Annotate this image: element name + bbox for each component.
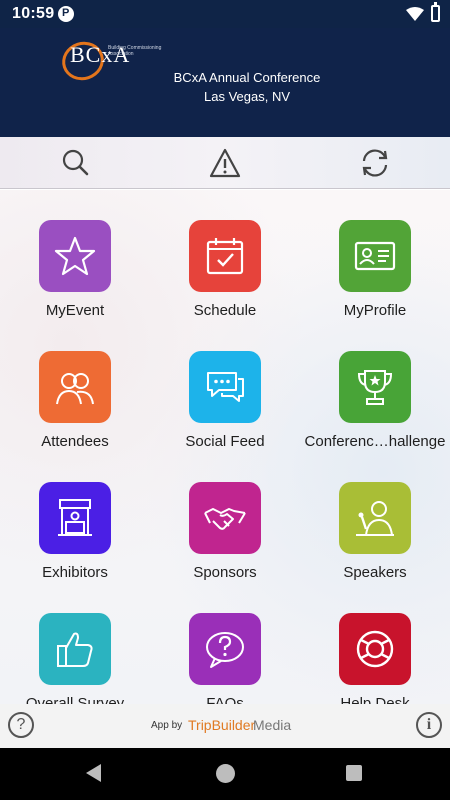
tile-attendees[interactable]: Attendees [0,321,150,452]
toolbar [0,137,450,189]
system-nav-bar [0,748,450,800]
tile-help-desk[interactable]: Help Desk [300,583,450,704]
logo-subtitle: Building Commissioning Association [108,45,162,57]
brand-logo-part1: TripBuilder [188,717,256,733]
tile-label: Conferenc…hallenge [304,433,446,450]
footer-bar: ? App by TripBuilder Media i [0,704,450,748]
tile-icon-bg [189,351,261,423]
tile-icon-bg [189,482,261,554]
tile-label: MyProfile [343,302,407,319]
tile-schedule[interactable]: Schedule [150,190,300,321]
tile-overall-survey[interactable]: Overall Survey [0,583,150,704]
lifebuoy-icon [356,630,394,668]
speaker-icon [356,501,394,536]
tile-label: Exhibitors [42,564,108,581]
app-by-label: App by [151,720,183,731]
notification-app-icon [58,6,74,22]
help-button[interactable]: ? [8,712,34,738]
tile-label: Attendees [41,433,109,450]
tile-icon-bg [189,613,261,685]
tile-conference-challenge[interactable]: Conferenc…hallenge [300,321,450,452]
tile-label: Social Feed [185,433,265,450]
chat-bubbles-icon [207,372,244,402]
wifi-icon [406,7,424,26]
tile-faqs[interactable]: FAQs [150,583,300,704]
tile-label: Speakers [343,564,407,581]
tile-sponsors[interactable]: Sponsors [150,452,300,583]
tile-label: Schedule [193,302,257,319]
tile-icon-bg [39,613,111,685]
alert-icon[interactable] [205,147,245,179]
tile-label: FAQs [206,695,244,704]
booth-icon [58,499,92,536]
tile-social-feed[interactable]: Social Feed [150,321,300,452]
trophy-icon [357,370,393,405]
brand-logo-part2: Media [253,717,292,733]
question-bubble-icon [206,632,244,668]
tile-icon-bg [39,220,111,292]
tile-label: Sponsors [193,564,257,581]
home-icon[interactable] [216,764,235,783]
feature-grid: MyEvent Schedule MyProfile Attendees Soc… [0,190,450,704]
handshake-icon [204,508,246,530]
conference-location: Las Vegas, NV [204,89,290,104]
status-time: 10:59 [12,5,55,22]
back-icon[interactable] [86,764,101,782]
refresh-icon[interactable] [355,147,395,179]
recent-apps-icon[interactable] [346,765,362,781]
star-icon [54,236,96,276]
tile-label: Overall Survey [25,695,125,704]
tile-icon-bg [339,220,411,292]
tile-myevent[interactable]: MyEvent [0,190,150,321]
tile-icon-bg [339,351,411,423]
tile-myprofile[interactable]: MyProfile [300,190,450,321]
status-bar: 10:59 [0,0,450,28]
info-button[interactable]: i [416,712,442,738]
tile-icon-bg [339,482,411,554]
tile-icon-bg [189,220,261,292]
battery-icon [431,2,440,22]
conference-title: BCxA Annual Conference Las Vegas, NV [0,68,450,106]
people-icon [56,373,94,405]
tile-speakers[interactable]: Speakers [300,452,450,583]
conference-name: BCxA Annual Conference [173,70,321,85]
tile-label: Help Desk [340,695,410,704]
tile-icon-bg [39,482,111,554]
calendar-check-icon [206,238,244,275]
conference-banner: BCxA Building Commissioning Association … [0,28,450,137]
tile-icon-bg [339,613,411,685]
search-icon[interactable] [55,147,95,179]
thumbs-up-icon [57,632,93,667]
tile-icon-bg [39,351,111,423]
tile-exhibitors[interactable]: Exhibitors [0,452,150,583]
id-card-icon [354,241,396,271]
tile-label: MyEvent [45,302,105,319]
